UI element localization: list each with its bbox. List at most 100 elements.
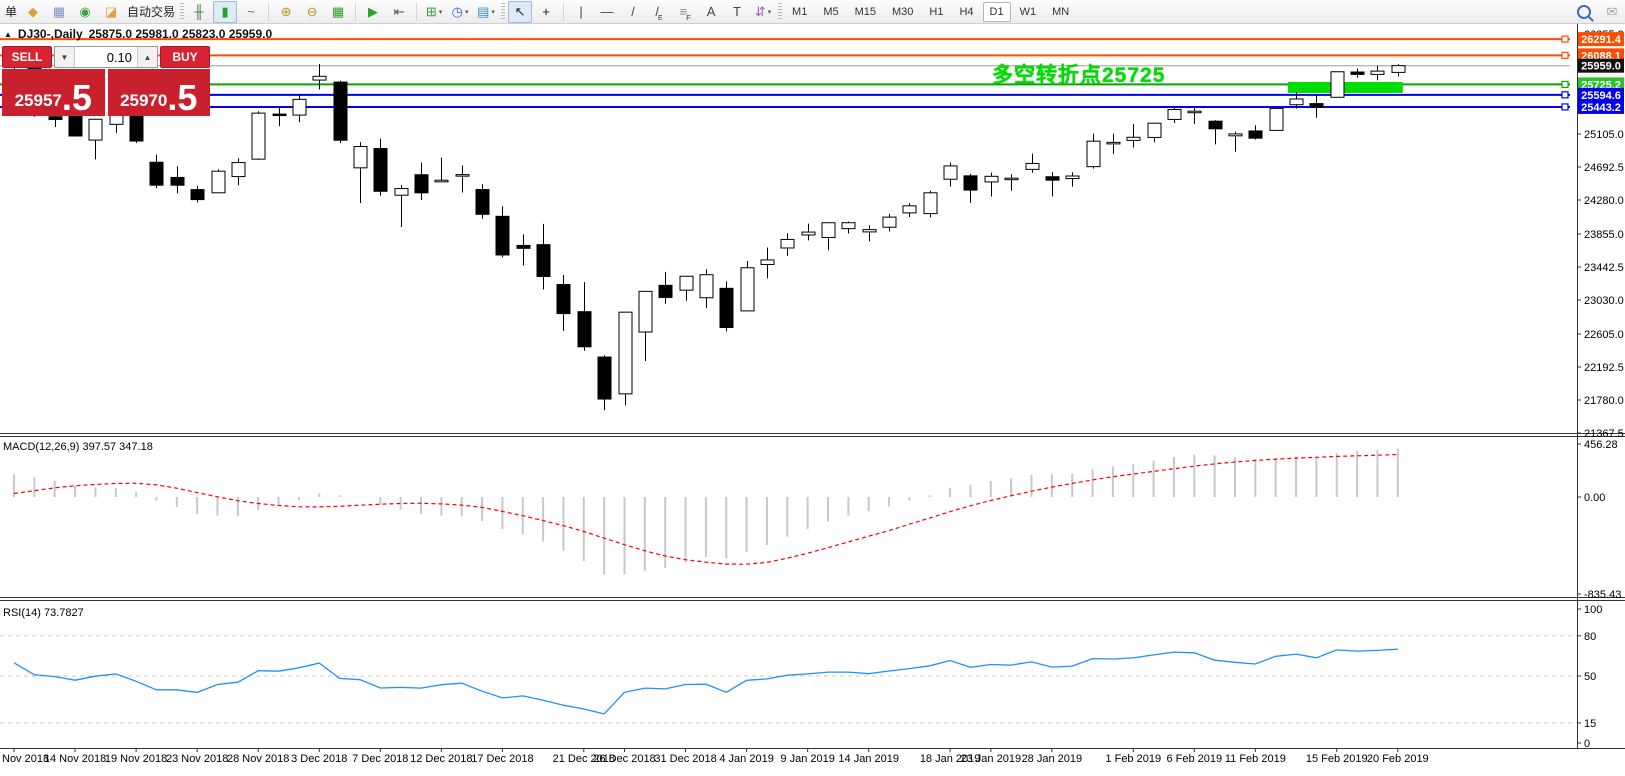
auto-scroll-icon[interactable]: ▶	[361, 1, 385, 23]
bull-candle	[1229, 134, 1242, 136]
auto-trading-label[interactable]: 自动交易	[127, 3, 175, 20]
periods-icon[interactable]: ◷	[448, 1, 472, 23]
bull-candle	[89, 119, 102, 140]
bull-candle	[1066, 176, 1079, 179]
buy-button[interactable]: BUY	[160, 46, 210, 68]
bar-chart-icon[interactable]: ╫	[187, 1, 211, 23]
time-axis-label: 4 Jan 2019	[719, 753, 773, 765]
time-axis-label: 9 Jan 2019	[780, 753, 834, 765]
volume-stepper: ▼ 0.10 ▲	[54, 46, 158, 68]
signal-icon[interactable]: ◉	[73, 1, 97, 23]
new-order-icon[interactable]: ◆	[21, 1, 45, 23]
text-icon[interactable]: A	[699, 1, 723, 23]
arrows-icon[interactable]: ⇵	[751, 1, 775, 23]
line-handle[interactable]	[1562, 52, 1568, 58]
rsi-axis-label: 100	[1584, 604, 1602, 616]
bull-candle	[761, 260, 774, 265]
line-handle[interactable]	[1562, 81, 1568, 87]
price-axis-label: 23855.0	[1584, 229, 1624, 241]
candlestick-chart-icon[interactable]: ▮	[213, 1, 237, 23]
time-axis-label: 11 Feb 2019	[1225, 753, 1286, 765]
buy-price-display[interactable]: 25970 .5	[108, 69, 211, 116]
bear-candle	[334, 82, 347, 140]
line-handle[interactable]	[1562, 36, 1568, 42]
cutoff-order-button[interactable]: 单	[5, 3, 17, 20]
bear-candle	[49, 117, 62, 120]
time-axis-label: 3 Dec 2018	[291, 753, 347, 765]
macd-label: MACD(12,26,9) 397.57 347.18	[3, 441, 153, 453]
vertical-line-icon[interactable]: |	[569, 1, 593, 23]
crosshair-icon[interactable]: +	[534, 1, 558, 23]
timeframe-button-h1[interactable]: H1	[922, 2, 950, 22]
collapse-triangle-icon[interactable]: ▲	[4, 30, 12, 39]
time-axis-label: 15 Feb 2019	[1306, 753, 1368, 765]
price-axis-label: 23442.5	[1584, 262, 1624, 274]
time-axis-label: 7 Dec 2018	[352, 753, 408, 765]
bull-candle	[1026, 163, 1039, 169]
time-axis-label: 14 Nov 2018	[44, 753, 106, 765]
bull-candle	[1127, 137, 1140, 140]
equidistant-channel-icon[interactable]: /E	[647, 1, 671, 23]
line-handle[interactable]	[1562, 92, 1568, 98]
bear-candle	[476, 190, 489, 215]
bull-candle	[741, 268, 754, 311]
time-axis-label: 31 Dec 2018	[654, 753, 716, 765]
sell-price-main: 25957	[15, 92, 62, 109]
toolbar-separator	[355, 3, 356, 21]
rsi-axis-label: 15	[1584, 718, 1596, 730]
timeframe-button-mn[interactable]: MN	[1045, 2, 1076, 22]
bear-candle	[374, 148, 387, 191]
pivot-annotation-text[interactable]: 多空转折点25725	[992, 59, 1165, 89]
sell-button[interactable]: SELL	[2, 46, 52, 68]
bull-candle	[1188, 111, 1201, 113]
bear-candle	[578, 312, 591, 347]
profile-window-icon[interactable]: ▦	[47, 1, 71, 23]
timeframe-button-m15[interactable]: M15	[848, 2, 883, 22]
time-axis-label: 23 Nov 2018	[166, 753, 228, 765]
fibonacci-retracement-icon[interactable]: ≡F	[673, 1, 697, 23]
template-icon[interactable]: ▤	[474, 1, 498, 23]
bear-candle	[1209, 121, 1222, 129]
timeframe-button-m1[interactable]: M1	[785, 2, 814, 22]
add-indicator-icon[interactable]: ⊞	[422, 1, 446, 23]
macd-axis-label: -835.43	[1584, 589, 1621, 601]
timeframe-button-m30[interactable]: M30	[885, 2, 920, 22]
timeframe-button-h4[interactable]: H4	[952, 2, 980, 22]
bear-candle	[1351, 72, 1364, 74]
time-axis-label: 23 Jan 2019	[961, 753, 1022, 765]
sell-price-frac: .5	[62, 84, 92, 111]
timeframe-button-d1[interactable]: D1	[983, 2, 1011, 22]
volume-input[interactable]: 0.10	[75, 47, 137, 67]
time-axis-label: Nov 2018	[2, 753, 49, 765]
chat-icon[interactable]: ✉	[1600, 1, 1624, 23]
bull-candle	[456, 175, 469, 177]
bull-candle	[1087, 141, 1100, 166]
time-axis-label: 28 Nov 2018	[227, 753, 289, 765]
timeframe-button-w1[interactable]: W1	[1013, 2, 1044, 22]
bull-candle	[639, 291, 652, 332]
pivot-highlight-rect[interactable]	[1288, 82, 1403, 93]
bull-candle	[1392, 66, 1405, 73]
volume-increase-button[interactable]: ▲	[137, 47, 157, 67]
line-chart-icon[interactable]: ~	[239, 1, 263, 23]
volume-decrease-button[interactable]: ▼	[55, 47, 75, 67]
tile-windows-icon[interactable]: ▦	[326, 1, 350, 23]
timeframe-button-m5[interactable]: M5	[816, 2, 845, 22]
bear-candle	[537, 245, 550, 277]
cursor-icon[interactable]: ↖	[508, 1, 532, 23]
horizontal-line-icon[interactable]: —	[595, 1, 619, 23]
zoom-out-icon[interactable]: ⊖	[300, 1, 324, 23]
zoom-in-icon[interactable]: ⊕	[274, 1, 298, 23]
auto-trading-icon[interactable]: ◪	[99, 1, 123, 23]
line-handle[interactable]	[1562, 104, 1568, 110]
chart-shift-icon[interactable]: ⇤	[387, 1, 411, 23]
price-axis-label: 22605.0	[1584, 329, 1624, 341]
sell-price-display[interactable]: 25957 .5	[2, 69, 105, 116]
text-label-icon[interactable]: T	[725, 1, 749, 23]
search-icon[interactable]	[1577, 5, 1591, 19]
trendline-icon[interactable]: /	[621, 1, 645, 23]
mt4-window: 单◆▦◉◪自动交易╫▮~⊕⊖▦▶⇤⊞◷▤↖+|—//E≡FAT⇵M1M5M15M…	[0, 0, 1625, 776]
bull-candle	[985, 176, 998, 182]
time-axis-label: 12 Dec 2018	[410, 753, 472, 765]
bull-candle	[1290, 99, 1303, 105]
